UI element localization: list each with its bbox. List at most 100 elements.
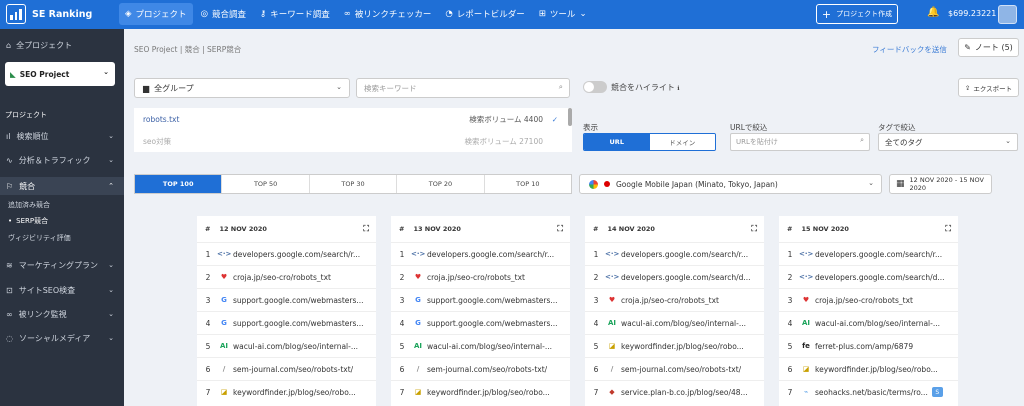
display-url-button[interactable]: URL: [584, 134, 650, 150]
export-button[interactable]: ⇪ エクスポート: [958, 78, 1019, 97]
serp-result-row[interactable]: 6 / sem-journal.com/seo/robots-txt/: [391, 357, 570, 380]
nav-keyword-research[interactable]: ⚷ キーワード調査: [254, 3, 336, 25]
serp-result-row[interactable]: 1 <·> developers.google.com/search/r...: [779, 242, 958, 265]
serp-result-row[interactable]: 6 ◪ keywordfinder.jp/blog/seo/robo...: [779, 357, 958, 380]
serp-result-row[interactable]: 4 Gsupport.google.com/webmasters...: [197, 311, 376, 334]
sidebar-item-social-media[interactable]: ◌ ソーシャルメディア ⌄: [0, 329, 124, 347]
account-balance[interactable]: $699.23221: [948, 9, 996, 18]
app-logo[interactable]: SE Ranking: [6, 4, 92, 24]
keyword-row[interactable]: seo対策 検索ボリューム 27100: [134, 130, 567, 152]
result-url[interactable]: support.google.com/webmasters...: [427, 319, 558, 328]
result-url[interactable]: developers.google.com/search/d...: [621, 273, 751, 282]
result-url[interactable]: developers.google.com/search/r...: [621, 250, 748, 259]
result-url[interactable]: croja.jp/seo-cro/robots_txt: [621, 296, 719, 305]
date-range-picker[interactable]: ▦ 12 NOV 2020 - 15 NOV 2020: [889, 174, 992, 194]
result-url[interactable]: keywordfinder.jp/blog/seo/robo...: [815, 365, 938, 374]
nav-competitor-research[interactable]: ◎ 競合調査: [195, 3, 252, 25]
create-project-button[interactable]: + プロジェクト作成: [816, 4, 898, 24]
serp-result-row[interactable]: 5 AI wacul-ai.com/blog/seo/internal-...: [391, 334, 570, 357]
sidebar-sub-visibility[interactable]: ヴィジビリティ評価: [8, 233, 71, 243]
avatar[interactable]: [998, 5, 1017, 24]
serp-result-row[interactable]: 5 fe ferret-plus.com/amp/6879: [779, 334, 958, 357]
serp-result-row[interactable]: 6 / sem-journal.com/seo/robots-txt/: [585, 357, 764, 380]
notes-button[interactable]: ✎ ノート (5): [958, 38, 1019, 57]
result-url[interactable]: developers.google.com/search/r...: [233, 250, 360, 259]
sidebar-item-site-audit[interactable]: ⊡ サイトSEO検査 ⌄: [0, 281, 124, 299]
bell-icon[interactable]: 🔔: [927, 7, 939, 18]
sidebar-item-competitors[interactable]: ⚐ 競合 ⌃: [0, 177, 124, 195]
serp-result-row[interactable]: 5 ◪ keywordfinder.jp/blog/seo/robo...: [585, 334, 764, 357]
tab-top-100[interactable]: TOP 100: [135, 175, 223, 193]
tab-top-30[interactable]: TOP 30: [310, 175, 398, 193]
tag-filter-select[interactable]: 全てのタグ ⌄: [878, 133, 1018, 151]
nav-projects[interactable]: ◈ プロジェクト: [119, 3, 193, 25]
serp-result-row[interactable]: 1 <·> developers.google.com/search/r...: [585, 242, 764, 265]
sidebar-sub-serp-competitors[interactable]: • SERP競合: [8, 216, 48, 226]
result-url[interactable]: ferret-plus.com/amp/6879: [815, 342, 913, 351]
result-url[interactable]: keywordfinder.jp/blog/seo/robo...: [427, 388, 550, 397]
result-url[interactable]: service.plan-b.co.jp/blog/seo/48...: [621, 388, 748, 397]
result-url[interactable]: developers.google.com/search/d...: [815, 273, 945, 282]
serp-result-row[interactable]: 7 ⌁ seohacks.net/basic/terms/ro... S: [779, 380, 958, 403]
result-url[interactable]: sem-journal.com/seo/robots-txt/: [427, 365, 547, 374]
serp-result-row[interactable]: 2 <·> developers.google.com/search/d...: [585, 265, 764, 288]
result-url[interactable]: support.google.com/webmasters...: [233, 319, 364, 328]
breadcrumb[interactable]: SEO Project | 競合 | SERP競合: [134, 44, 241, 55]
all-projects-link[interactable]: ⌂ 全プロジェクト: [6, 40, 72, 51]
serp-result-row[interactable]: 1 <·> developers.google.com/search/r...: [197, 242, 376, 265]
serp-result-row[interactable]: 3 Gsupport.google.com/webmasters...: [391, 288, 570, 311]
serp-result-row[interactable]: 5 AI wacul-ai.com/blog/seo/internal-...: [197, 334, 376, 357]
keyword-search-input[interactable]: 検索キーワード ⌕: [356, 78, 570, 98]
sidebar-item-analytics[interactable]: ∿ 分析＆トラフィック ⌄: [0, 151, 124, 169]
expand-icon[interactable]: ⛶: [945, 224, 951, 234]
highlight-competitors-toggle[interactable]: [583, 81, 607, 93]
project-select[interactable]: ◣ SEO Project ⌄: [5, 62, 115, 86]
serp-result-row[interactable]: 3 ♥ croja.jp/seo-cro/robots_txt: [779, 288, 958, 311]
serp-result-row[interactable]: 7 ◆ service.plan-b.co.jp/blog/seo/48...: [585, 380, 764, 403]
serp-result-row[interactable]: 6 / sem-journal.com/seo/robots-txt/: [197, 357, 376, 380]
sidebar-item-rankings[interactable]: ıl 検索順位 ⌄: [0, 127, 124, 145]
result-url[interactable]: support.google.com/webmasters...: [427, 296, 558, 305]
keyword-list-scrollbar[interactable]: [568, 108, 572, 126]
result-url[interactable]: wacul-ai.com/blog/seo/internal-...: [815, 319, 940, 328]
serp-result-row[interactable]: 7 ◪ keywordfinder.jp/blog/seo/robo...: [197, 380, 376, 403]
expand-icon[interactable]: ⛶: [557, 224, 563, 234]
nav-backlink-checker[interactable]: ∞ 被リンクチェッカー: [338, 3, 438, 25]
serp-result-row[interactable]: 4 AI wacul-ai.com/blog/seo/internal-...: [585, 311, 764, 334]
sidebar-sub-added-competitors[interactable]: 追加済み競合: [8, 200, 50, 210]
result-url[interactable]: developers.google.com/search/r...: [427, 250, 554, 259]
result-url[interactable]: croja.jp/seo-cro/robots_txt: [815, 296, 913, 305]
tab-top-20[interactable]: TOP 20: [397, 175, 485, 193]
result-url[interactable]: wacul-ai.com/blog/seo/internal-...: [621, 319, 746, 328]
serp-result-row[interactable]: 3 ♥ croja.jp/seo-cro/robots_txt: [585, 288, 764, 311]
result-url[interactable]: seohacks.net/basic/terms/ro...: [815, 388, 928, 397]
result-url[interactable]: keywordfinder.jp/blog/seo/robo...: [621, 342, 744, 351]
result-url[interactable]: support.google.com/webmasters...: [233, 296, 364, 305]
serp-result-row[interactable]: 3 Gsupport.google.com/webmasters...: [197, 288, 376, 311]
display-domain-button[interactable]: ドメイン: [649, 134, 715, 150]
group-select[interactable]: ▆ 全グループ ⌄: [134, 78, 350, 98]
tab-top-10[interactable]: TOP 10: [485, 175, 571, 193]
result-url[interactable]: keywordfinder.jp/blog/seo/robo...: [233, 388, 356, 397]
serp-result-row[interactable]: 2 ♥ croja.jp/seo-cro/robots_txt: [197, 265, 376, 288]
result-url[interactable]: sem-journal.com/seo/robots-txt/: [621, 365, 741, 374]
serp-result-row[interactable]: 1 <·> developers.google.com/search/r...: [391, 242, 570, 265]
url-filter-input[interactable]: URLを貼付け ⌕: [730, 133, 870, 151]
result-url[interactable]: croja.jp/seo-cro/robots_txt: [233, 273, 331, 282]
nav-report-builder[interactable]: ◔ レポートビルダー: [439, 3, 530, 25]
serp-result-row[interactable]: 2 <·> developers.google.com/search/d...: [779, 265, 958, 288]
tab-top-50[interactable]: TOP 50: [222, 175, 310, 193]
serp-result-row[interactable]: 4 Gsupport.google.com/webmasters...: [391, 311, 570, 334]
result-url[interactable]: wacul-ai.com/blog/seo/internal-...: [233, 342, 358, 351]
expand-icon[interactable]: ⛶: [363, 224, 369, 234]
serp-result-row[interactable]: 4 AI wacul-ai.com/blog/seo/internal-...: [779, 311, 958, 334]
expand-icon[interactable]: ⛶: [751, 224, 757, 234]
serp-result-row[interactable]: 2 ♥ croja.jp/seo-cro/robots_txt: [391, 265, 570, 288]
keyword-row[interactable]: robots.txt 検索ボリューム 4400 ✓: [134, 108, 567, 130]
sidebar-item-backlink-monitor[interactable]: ∞ 被リンク監視 ⌄: [0, 305, 124, 323]
search-engine-select[interactable]: Google Mobile Japan (Minato, Tokyo, Japa…: [579, 174, 882, 194]
sidebar-item-marketing-plan[interactable]: ≋ マーケティングプラン ⌄: [0, 256, 124, 274]
result-url[interactable]: developers.google.com/search/r...: [815, 250, 942, 259]
result-url[interactable]: sem-journal.com/seo/robots-txt/: [233, 365, 353, 374]
serp-result-row[interactable]: 7 ◪ keywordfinder.jp/blog/seo/robo...: [391, 380, 570, 403]
